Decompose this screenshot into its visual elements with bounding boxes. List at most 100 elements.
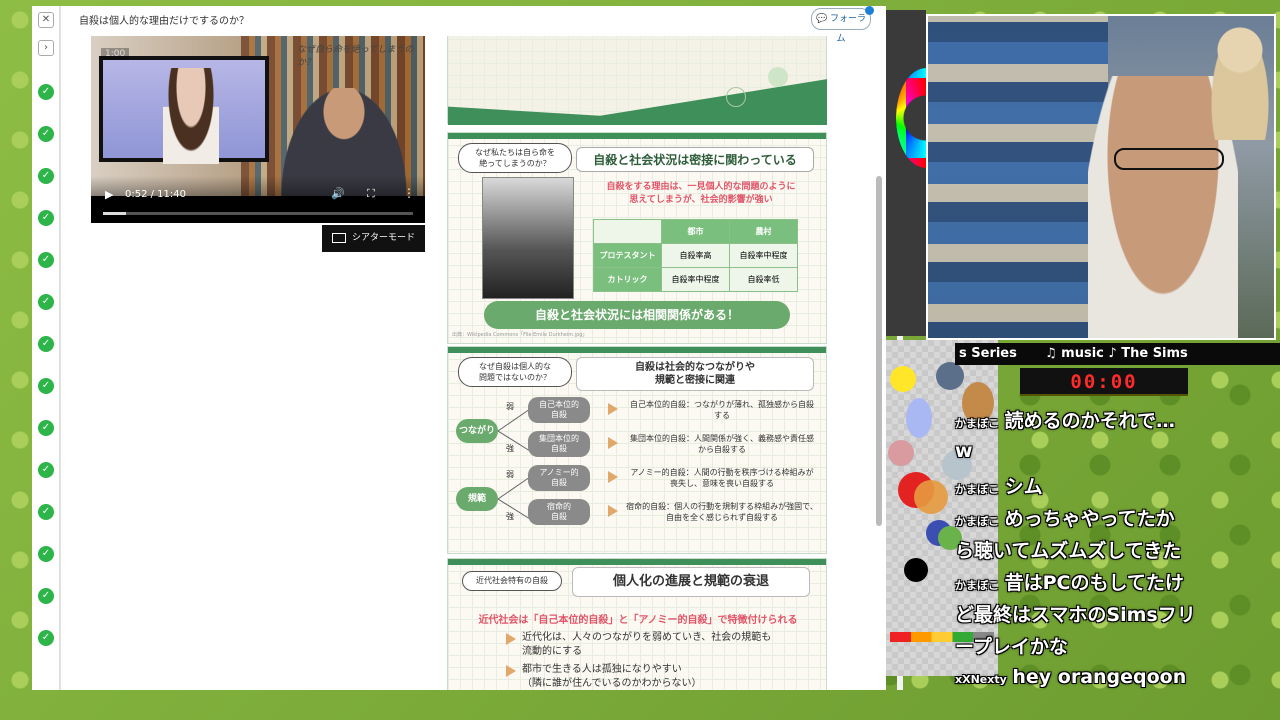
arrow-icon [608,471,618,483]
type-fatalistic: 宿命的 自殺 [528,499,590,525]
color-swatch[interactable] [936,362,964,390]
type-description: アノミー的自殺：人間の行動を秩序づける枠組みが 喪失し、意味を喪い自殺する [630,468,814,488]
slide-band [448,347,826,353]
close-icon[interactable]: ✕ [38,12,54,28]
chat-message: w [955,440,973,462]
play-icon[interactable]: ▶ [105,188,113,201]
lesson-complete-icon[interactable]: ✓ [38,210,54,226]
color-swatch[interactable] [914,480,948,514]
arrow-icon [506,633,516,645]
lesson-complete-icon[interactable]: ✓ [38,294,54,310]
expand-icon[interactable]: › [38,40,54,56]
chat-message: 読めるのかそれで… [1004,410,1176,432]
weak-label: 弱 [506,402,514,411]
strong-label: 強 [506,444,514,453]
lesson-complete-icon[interactable]: ✓ [38,546,54,562]
slide-decoration [448,79,827,125]
chat-message: ープレイかな [955,636,1068,658]
chat-message: ど最終はスマホのSimsフリ [955,604,1196,626]
teddy-bear-image [1208,20,1272,140]
lesson-complete-icon[interactable]: ✓ [38,462,54,478]
lesson-complete-icon[interactable]: ✓ [38,504,54,520]
lesson-complete-icon[interactable]: ✓ [38,336,54,352]
webcam-feed [926,14,1276,340]
video-progress-bar[interactable] [103,212,413,215]
woman-image [163,68,219,164]
chat-username: かまぼこ [955,515,999,528]
video-caption: なぜ自ら命を絶ってしまうのか？ [297,45,414,68]
color-swatch[interactable] [906,398,932,438]
chat-bubble-icon: 💬 [815,14,828,24]
bullet-text: 近代化は、人々のつながりを弱めていき、社会の規範も 流動的にする [522,632,772,657]
slide-heading: 自殺は社会的なつながりや 規範と密接に関連 [576,357,814,391]
table-cell: 自殺率中程度 [729,243,798,268]
suicide-rate-table: 都市 農村 プロテスタント 自殺率高 自殺率中程度 カトリック 自殺率中程度 自… [593,219,798,292]
slide-heading: 自殺と社会状況は密接に関わっている [576,147,814,172]
chat-username: xXNexty [955,673,1007,686]
video-progress-fill [103,212,126,215]
more-options-icon[interactable]: ⋮ [403,186,415,200]
slide-tag: なぜ自殺は個人的な 問題ではないのか？ [458,357,572,387]
weak-label: 弱 [506,470,514,479]
color-swatch[interactable] [888,440,914,466]
slide-band [448,133,826,139]
type-description: 自己本位的自殺：つながりが薄れ、孤独感から自殺 する [629,400,815,420]
lesson-complete-icon[interactable]: ✓ [38,252,54,268]
lesson-complete-icon[interactable]: ✓ [38,420,54,436]
table-header [593,219,662,244]
video-time: 0:52 / 11:40 [125,189,187,200]
forum-button[interactable]: 💬 フォーラム [811,8,871,44]
chat-message: hey orangeqoon [1012,666,1187,688]
slide-suicide-types: なぜ自殺は個人的な 問題ではないのか？ 自殺は社会的なつながりや 規範と密接に関… [447,346,827,554]
lesson-complete-icon[interactable]: ✓ [38,84,54,100]
lesson-complete-icon[interactable]: ✓ [38,378,54,394]
table-header: 農村 [729,219,798,244]
lesson-complete-icon[interactable]: ✓ [38,126,54,142]
chat-message: 昔はPCのもしてたけ [1004,572,1184,594]
table-row-header: プロテスタント [593,243,662,268]
video-player[interactable]: なぜ自ら命を絶ってしまうのか？ 1:00 ▶ 0:52 / 11:40 🔊 ⛶ … [91,36,425,223]
fullscreen-icon[interactable]: ⛶ [367,187,375,201]
lesson-sidebar: ✕ › ✓ ✓ ✓ ✓ ✓ ✓ ✓ ✓ ✓ ✓ ✓ ✓ ✓ ✓ [32,6,60,690]
strong-label: 強 [506,512,514,521]
now-playing-bar: s Series ♫ music ♪ The Sims [955,343,1280,365]
slide-tag: 近代社会特有の自殺 [462,571,562,591]
color-swatch[interactable] [890,366,916,392]
page-scrollbar-thumb[interactable] [876,176,882,526]
lesson-page: 自殺は個人的な理由だけでするのか？ 💬 フォーラム なぜ自ら命を絶ってしまうのか… [60,6,903,690]
color-swatch[interactable] [904,558,928,582]
slide-band [448,559,826,565]
type-description: 集団本位的自殺：人間関係が強く、義務感や責任感 から自殺する [630,434,814,454]
group-norms: 規範 [456,487,498,511]
type-anomic: アノミー的 自殺 [528,465,590,491]
lesson-complete-icon[interactable]: ✓ [38,630,54,646]
lesson-complete-icon[interactable]: ✓ [38,168,54,184]
volume-icon[interactable]: 🔊 [331,187,345,200]
arrow-icon [506,665,516,677]
group-connection: つながり [456,419,498,443]
slide-modern-society: 近代社会特有の自殺 個人化の進展と規範の衰退 近代社会は「自己本位的自殺」と「ア… [447,558,827,690]
chat-username: かまぼこ [955,483,999,496]
lesson-complete-icon[interactable]: ✓ [38,588,54,604]
paint-app-panel [886,10,926,336]
chat-username: かまぼこ [955,579,999,592]
table-header: 都市 [661,219,730,244]
arrow-icon [608,437,618,449]
now-playing-left: s Series [959,346,1017,361]
table-cell: 自殺率低 [729,267,798,292]
theater-mode-button[interactable]: シアターモード [322,225,425,252]
theater-icon [332,233,346,243]
chat-message: めっちゃやってたか [1004,508,1175,530]
notification-badge [865,6,874,15]
durkheim-portrait-image [482,177,574,299]
chat-message: ら聴いてムズムズしてきた [955,540,1182,562]
monitor-image [99,56,269,164]
table-cell: 自殺率高 [661,243,730,268]
poster-wall-image [928,16,1108,338]
slide-society: なぜ私たちは自ら命を 絶ってしまうのか？ 自殺と社会状況は密接に関わっている 自… [447,132,827,344]
arrow-icon [608,505,618,517]
video-frame: なぜ自ら命を絶ってしまうのか？ 1:00 [91,36,425,196]
bullet-text: 都市で生きる人は孤独になりやすい （隣に誰が住んでいるのかわからない） [522,664,702,689]
slide-viewer[interactable]: なぜ私たちは自ら命を 絶ってしまうのか？ 自殺と社会状況は密接に関わっている 自… [447,36,827,690]
type-altruistic: 集団本位的 自殺 [528,431,590,457]
